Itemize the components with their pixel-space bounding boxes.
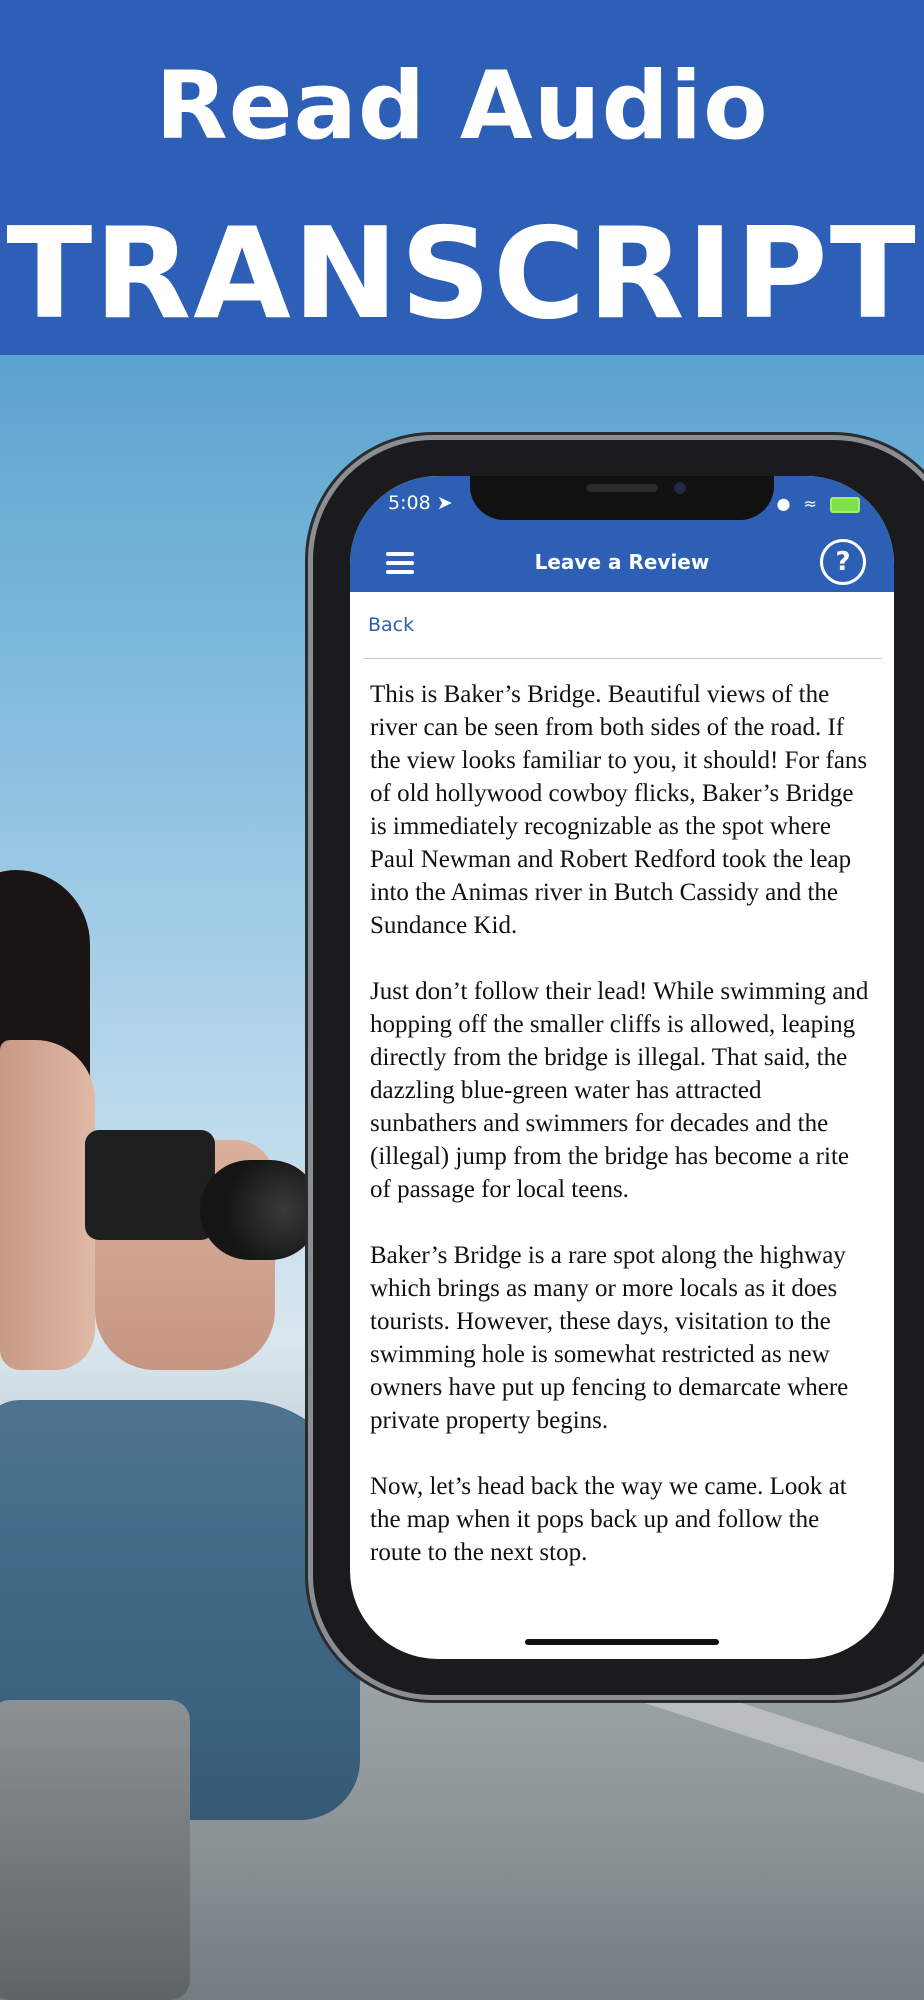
status-icons: ● ≈ [776, 494, 860, 513]
car-door [0, 1700, 190, 2000]
home-indicator[interactable] [525, 1639, 719, 1645]
app-header: 5:08 ➤ ● ≈ Leave a Review ? [350, 476, 894, 592]
signal-icon: ● [776, 494, 795, 513]
nav-title: Leave a Review [534, 550, 710, 574]
banner-title-line1: Read Audio [155, 52, 769, 161]
banner-title-line2: TRANSCRIPT [6, 200, 918, 347]
phone-notch [470, 476, 774, 520]
help-icon[interactable]: ? [820, 539, 866, 585]
camera-body [85, 1130, 215, 1240]
transcript-paragraph: Just don’t follow their lead! While swim… [370, 978, 869, 1203]
transcript-paragraph: This is Baker’s Bridge. Beautiful views … [370, 681, 868, 939]
back-link[interactable]: Back [368, 614, 414, 636]
wifi-icon: ≈ [803, 494, 821, 513]
front-camera [674, 482, 686, 494]
transcript-paragraph: Now, let’s head back the way we came. Lo… [370, 1473, 847, 1566]
transcript-text: This is Baker’s Bridge. Beautiful views … [370, 678, 874, 1638]
woman-face [0, 1040, 95, 1370]
phone-screen: 5:08 ➤ ● ≈ Leave a Review ? Back This is… [350, 476, 894, 1659]
transcript-paragraph: Baker’s Bridge is a rare spot along the … [370, 1242, 849, 1434]
camera-lens [200, 1160, 320, 1260]
promo-banner: Read Audio TRANSCRIPT [0, 0, 924, 355]
battery-icon [830, 496, 860, 513]
divider [364, 658, 882, 659]
status-time: 5:08 ➤ [388, 492, 453, 514]
speaker-grille [586, 484, 658, 492]
